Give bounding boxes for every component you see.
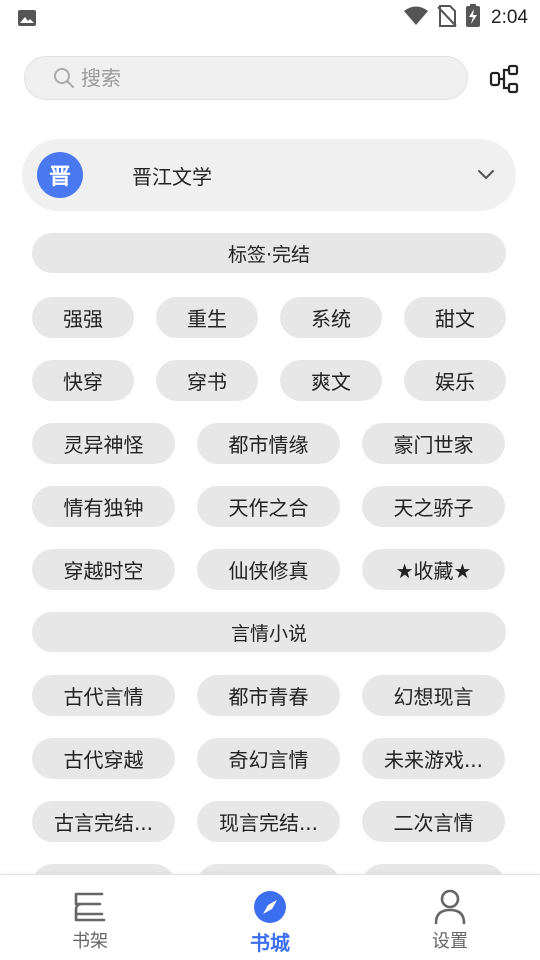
search-bar[interactable] xyxy=(24,56,468,100)
tag-chip[interactable]: 穿越时空 xyxy=(32,549,175,590)
tag-chip[interactable]: 幻想现言 xyxy=(362,675,505,716)
search-input[interactable] xyxy=(81,66,441,90)
search-icon xyxy=(53,67,75,89)
tag-chip[interactable]: 仙侠修真 xyxy=(197,549,340,590)
section-header-tags-completed[interactable]: 标签·完结 xyxy=(32,233,506,273)
compass-icon xyxy=(252,889,288,925)
bottom-nav: 书架 书城 设置 xyxy=(0,874,540,960)
tag-chip[interactable]: 灵异神怪 xyxy=(32,423,175,464)
tag-chip[interactable]: 强强 xyxy=(32,297,134,338)
tag-chip[interactable]: 现言完结... xyxy=(197,801,340,842)
tag-chip[interactable]: 古代言情 xyxy=(32,675,175,716)
nav-item-bookstore[interactable]: 书城 xyxy=(210,875,330,960)
source-logo: 晋 xyxy=(37,152,83,198)
person-icon xyxy=(433,889,467,925)
status-time: 2:04 xyxy=(491,7,528,28)
tag-chip[interactable]: 甜文 xyxy=(404,297,506,338)
nav-label-settings: 设置 xyxy=(432,931,468,952)
nav-item-settings[interactable]: 设置 xyxy=(390,875,510,960)
nav-label-bookshelf: 书架 xyxy=(72,931,108,952)
tag-chip[interactable]: 重生 xyxy=(156,297,258,338)
tag-chip[interactable]: 情有独钟 xyxy=(32,486,175,527)
source-selector[interactable]: 晋 晋江文学 xyxy=(22,139,516,211)
tag-chip[interactable]: 穿书 xyxy=(156,360,258,401)
source-name: 晋江文学 xyxy=(132,165,212,189)
tag-chip[interactable]: 快穿 xyxy=(32,360,134,401)
tag-chip[interactable]: 都市情缘 xyxy=(197,423,340,464)
tag-chip[interactable]: 娱乐 xyxy=(404,360,506,401)
tag-chip[interactable]: 未来游戏... xyxy=(362,738,505,779)
nav-label-bookstore: 书城 xyxy=(250,931,290,955)
status-icons: 2:04 xyxy=(403,4,528,32)
wifi-icon xyxy=(403,6,429,30)
source-structure-button[interactable] xyxy=(486,62,522,96)
battery-charging-icon xyxy=(465,4,481,32)
tag-chip[interactable]: 豪门世家 xyxy=(362,423,505,464)
tag-chip[interactable]: 二次言情 xyxy=(362,801,505,842)
tag-chip[interactable]: 古代穿越 xyxy=(32,738,175,779)
tag-chip[interactable]: 天作之合 xyxy=(197,486,340,527)
chevron-down-icon[interactable] xyxy=(475,164,497,190)
bookshelf-icon xyxy=(72,889,108,925)
tag-chip[interactable]: 都市青春 xyxy=(197,675,340,716)
tag-chip[interactable]: 天之骄子 xyxy=(362,486,505,527)
status-bar: 2:04 xyxy=(0,0,540,36)
nav-item-bookshelf[interactable]: 书架 xyxy=(30,875,150,960)
section-header-romance[interactable]: 言情小说 xyxy=(32,612,506,652)
tag-chip[interactable]: 爽文 xyxy=(280,360,382,401)
no-sim-icon xyxy=(437,5,457,31)
tag-chip[interactable]: 古言完结... xyxy=(32,801,175,842)
tag-chip[interactable]: 奇幻言情 xyxy=(197,738,340,779)
tag-chip[interactable]: 系统 xyxy=(280,297,382,338)
tree-structure-icon xyxy=(489,64,519,94)
tag-chip-favorites[interactable]: ★收藏★ xyxy=(362,549,505,590)
image-notification-icon xyxy=(17,9,37,31)
